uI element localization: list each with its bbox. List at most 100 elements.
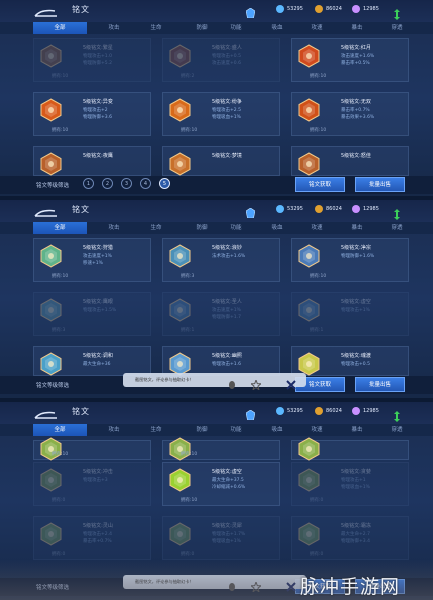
- favorite-icon[interactable]: [249, 375, 263, 392]
- batch-sell-button[interactable]: 批量出售: [355, 177, 405, 192]
- tab-0[interactable]: 全部: [33, 424, 87, 436]
- inscription-card[interactable]: 5级铭文:虚空 物理攻击+1% 拥有:1: [291, 292, 409, 336]
- level-filter-1[interactable]: 1: [83, 178, 94, 189]
- inscription-gem-icon: [40, 152, 62, 176]
- level-filter-4[interactable]: 4: [140, 178, 151, 189]
- get-inscription-button[interactable]: 铭文获取: [295, 177, 345, 192]
- tab-0[interactable]: 全部: [33, 22, 87, 34]
- inscription-card[interactable]: 5级铭文:虚空 最大生命+37.5 冷却缩减+0.6% 拥有:10: [162, 462, 280, 506]
- inscription-name: 5级铭文:红月: [341, 45, 371, 51]
- back-icon[interactable]: [33, 205, 59, 217]
- inscription-name: 5级铭文:狩猎: [83, 245, 113, 251]
- page-title: 铭文: [72, 407, 90, 416]
- back-icon[interactable]: [33, 5, 59, 17]
- inscription-stat-1: 物理攻击+1.7%: [212, 532, 246, 537]
- owned-count: 拥有:1: [181, 328, 195, 333]
- owned-count: 拥有:10: [181, 128, 198, 133]
- close-icon[interactable]: [286, 375, 296, 390]
- qq-icon[interactable]: [227, 375, 237, 389]
- inscription-card[interactable]: 5级铭文:梦境: [162, 146, 280, 176]
- inscription-card[interactable]: 5级铭文:霜冻 最大生命+2.7 物理防御+3.4 拥有:0: [291, 516, 409, 560]
- inscription-stat-1: 物理防御+1.6%: [341, 254, 375, 259]
- inscription-name: 5级铭文:鹰眼: [83, 299, 113, 305]
- diamond-currency-icon: [276, 205, 284, 213]
- inscription-card[interactable]: 5级铭文:盛人 物理攻击+0.5 攻击速度+0.6 拥有:2: [162, 38, 280, 82]
- inscription-card[interactable]: 5级铭文:贪婪 物理攻击+1 物理吸血+1% 拥有:0: [291, 462, 409, 506]
- tab-0[interactable]: 全部: [33, 222, 87, 234]
- diamond-currency-value: 53295: [287, 206, 303, 212]
- owned-count: 拥有:10: [310, 274, 327, 279]
- refresh-icon[interactable]: [394, 205, 400, 220]
- tab-8[interactable]: 穿透: [370, 22, 424, 34]
- inscription-gem-icon: [298, 522, 320, 546]
- inscription-card[interactable]: 5级铭文:净宗 物理防御+1.6% 拥有:10: [291, 238, 409, 282]
- gold-currency: 86024: [315, 5, 342, 13]
- inscription-card[interactable]: 5级铭文:灵犀 物理攻击+1.7% 物理吸血+1% 拥有:0: [162, 516, 280, 560]
- inscription-card[interactable]: 5级铭文:狩猎 攻击速度+1% 移速+1% 拥有:10: [33, 238, 151, 282]
- level-filter-3[interactable]: 3: [121, 178, 132, 189]
- inscription-card[interactable]: 5级铭文:调和 最大生命+36: [33, 346, 151, 376]
- top-bar: 铭文 53295 86024 12985: [0, 0, 433, 22]
- inscription-card[interactable]: 5级铭文:夜鹰: [33, 146, 151, 176]
- inscription-card[interactable]: 5级铭文:灵山 物理攻击+2.4 暴击率+0.7% 拥有:0: [33, 516, 151, 560]
- inscription-card[interactable]: 5级铭文:红月 攻击速度+1.6% 暴击率+0.5% 拥有:10: [291, 38, 409, 82]
- inscription-gem-icon: [169, 522, 191, 546]
- inscription-name: 5级铭文:盛人: [212, 45, 242, 51]
- filter-label: 铭文等级筛选: [36, 183, 70, 189]
- inscription-name: 5级铭文:怒佳: [341, 153, 371, 159]
- inscription-card[interactable]: 5级铭文:异变 物理攻击+2 物理防御+3.6 拥有:10: [33, 92, 151, 136]
- inscription-name: 5级铭文:幽照: [212, 353, 242, 359]
- inscription-card[interactable]: 5级铭文:冲击 物理攻击+3 拥有:0: [33, 462, 151, 506]
- tab-8[interactable]: 穿透: [370, 222, 424, 234]
- owned-count: 拥有:10: [52, 452, 69, 457]
- inscription-card[interactable]: 5级铭文:幽照 物理攻击+1.6: [162, 346, 280, 376]
- level-filter-5[interactable]: 5: [159, 178, 170, 189]
- inscription-gem-icon: [298, 152, 320, 176]
- category-tabs: 全部 攻击 生命 防御 功能 吸血 攻速 暴击 穿透: [0, 22, 433, 34]
- back-icon[interactable]: [33, 407, 59, 419]
- page-title: 铭文: [72, 205, 90, 214]
- inscription-stat-1: 物理攻击+0.5: [212, 54, 241, 59]
- batch-sell-button[interactable]: 批量出售: [355, 377, 405, 392]
- gem-currency-icon: [352, 205, 360, 213]
- inscription-stat-2: 冷却缩减+0.6%: [212, 485, 246, 490]
- inscription-gem-icon: [169, 437, 191, 461]
- inscription-card[interactable]: 5级铭文:纷争 物理攻击+2.5 物理吸血+1% 拥有:10: [162, 92, 280, 136]
- owned-count: 拥有:3: [181, 274, 195, 279]
- diamond-currency: 53295: [276, 205, 303, 213]
- inscription-gem-icon: [298, 244, 320, 268]
- inscription-gem-icon: [40, 244, 62, 268]
- refresh-icon[interactable]: [394, 5, 400, 20]
- inscription-card[interactable]: [291, 437, 409, 461]
- inscription-card[interactable]: 5级铭文:浪妙 法术攻击+1.6% 拥有:3: [162, 238, 280, 282]
- inscription-gem-icon: [40, 352, 62, 376]
- inscription-point-icon: [245, 203, 256, 219]
- inscription-name: 5级铭文:冲击: [83, 469, 113, 475]
- level-filter-2[interactable]: 2: [102, 178, 113, 189]
- inscription-card[interactable]: 5级铭文:鹰眼 物理攻击+1.5% 拥有:3: [33, 292, 151, 336]
- refresh-icon[interactable]: [394, 407, 400, 422]
- inscription-name: 5级铭文:净宗: [341, 245, 371, 251]
- inscription-name: 5级铭文:浪妙: [212, 245, 242, 251]
- inscription-card[interactable]: 5级铭文:怒佳: [291, 146, 409, 176]
- inscription-gem-icon: [169, 244, 191, 268]
- inscription-gem-icon: [169, 98, 191, 122]
- inscription-name: 5级铭文:贪婪: [341, 469, 371, 475]
- inscription-card[interactable]: 5级铭文:无双 暴击率+0.7% 暴击效果+3.6% 拥有:10: [291, 92, 409, 136]
- inscription-stat-2: 物理吸血+1%: [341, 485, 370, 490]
- inscription-gem-icon: [298, 98, 320, 122]
- inscription-stat-1: 攻击速度+1%: [212, 308, 241, 313]
- inscription-card[interactable]: 拥有:10: [33, 437, 151, 461]
- diamond-currency-value: 53295: [287, 408, 303, 414]
- tab-8[interactable]: 穿透: [370, 424, 424, 436]
- inscription-point-icon: [245, 3, 256, 19]
- inscription-card[interactable]: 5级铭文:魂渡 物理攻击+0.5: [291, 346, 409, 376]
- gold-currency-value: 86024: [326, 408, 342, 414]
- inscription-name: 5级铭文:纷争: [212, 99, 242, 105]
- inscription-card[interactable]: 5级铭文:繁星 物理攻击+1.0 物理防御+5.2 拥有:10: [33, 38, 151, 82]
- owned-count: 拥有:2: [181, 74, 195, 79]
- owned-count: 拥有:0: [52, 552, 66, 557]
- inscription-card[interactable]: 5级铭文:圣人 攻击速度+1% 物理防御+1.7 拥有:1: [162, 292, 280, 336]
- inscription-card[interactable]: 拥有:10: [162, 437, 280, 461]
- inscription-stat-2: 物理防御+3.6: [83, 115, 112, 120]
